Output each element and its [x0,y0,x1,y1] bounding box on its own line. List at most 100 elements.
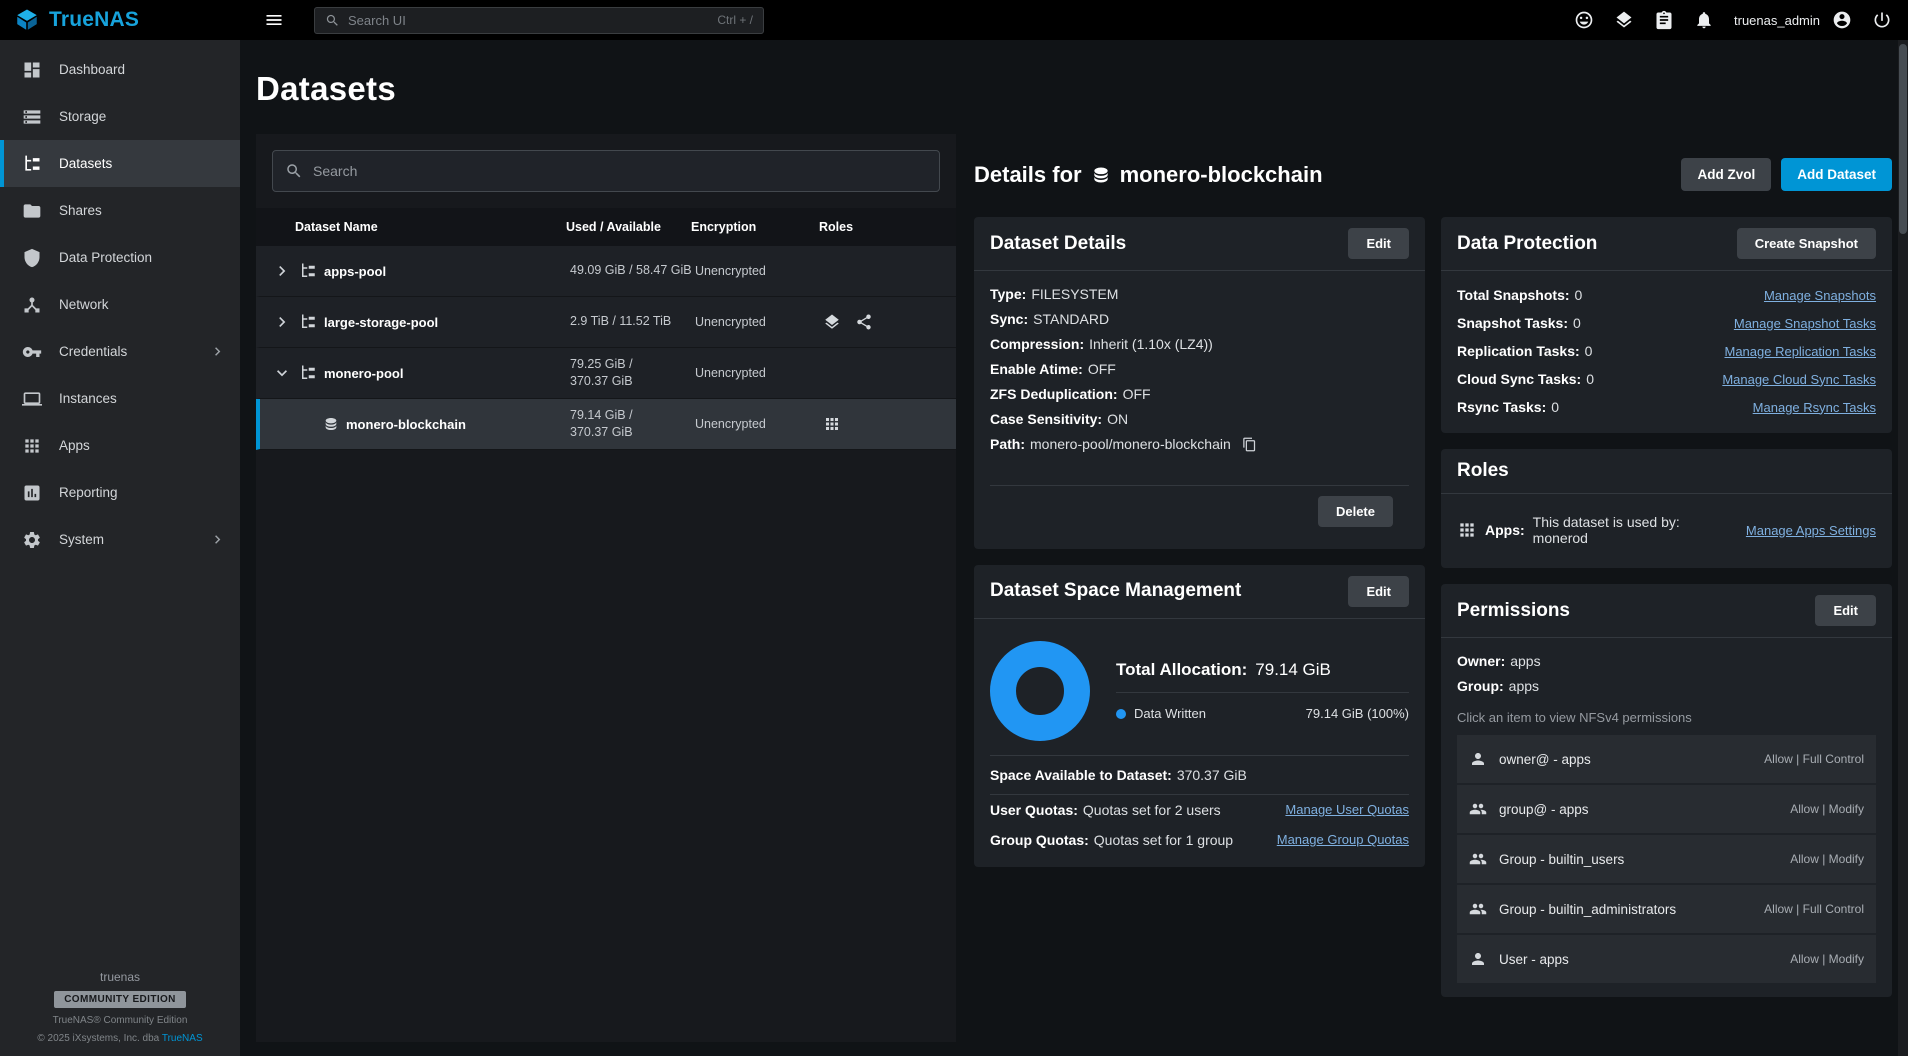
table-header: Dataset Name Used / Available Encryption… [256,208,956,246]
card-title: Roles [1457,460,1509,482]
table-row-large-storage-pool[interactable]: large-storage-pool 2.9 TiB / 11.52 TiB U… [256,297,956,348]
manage-group-quotas-link[interactable]: Manage Group Quotas [1277,832,1409,847]
delete-dataset-button[interactable]: Delete [1318,496,1393,527]
dataset-details-edit-button[interactable]: Edit [1348,228,1409,259]
chevron-right-icon[interactable] [272,261,292,281]
chevron-right-icon[interactable] [272,312,292,332]
sidebar-item-label: Network [59,297,109,312]
encryption-status: Unencrypted [695,366,823,380]
permissions-edit-button[interactable]: Edit [1815,595,1876,626]
column-dataset-name: Dataset Name [256,220,566,234]
dataset-tree-icon [299,262,317,280]
manage-snapshot-tasks-link[interactable]: Manage Snapshot Tasks [1734,316,1876,331]
layers-icon[interactable] [1614,10,1634,30]
permission-entry-user-apps[interactable]: User - apps Allow | Modify [1457,935,1876,983]
feedback-icon[interactable] [1574,10,1594,30]
manage-rsync-tasks-link[interactable]: Manage Rsync Tasks [1753,400,1876,415]
selected-dataset-name: monero-blockchain [1120,162,1323,188]
details-title-prefix: Details for [974,162,1082,188]
main-content: Datasets Dataset Name Used / Available E… [240,40,1908,1056]
add-zvol-button[interactable]: Add Zvol [1681,158,1771,191]
snapshot-tasks-row: Snapshot Tasks:0 Manage Snapshot Tasks [1457,309,1876,337]
permission-entry-group[interactable]: group@ - apps Allow | Modify [1457,785,1876,833]
dataset-db-icon [1091,165,1111,185]
scrollbar-thumb[interactable] [1899,44,1907,234]
search-shortcut-hint: Ctrl + / [717,13,753,27]
sidebar-toggle-button[interactable] [260,6,288,34]
account-icon[interactable] [1832,10,1852,30]
sidebar-item-shares[interactable]: Shares [0,187,240,234]
storage-icon [22,107,42,127]
field-path: Path:monero-pool/monero-blockchain [990,431,1409,457]
hamburger-icon [264,10,284,30]
dataset-name: large-storage-pool [324,315,438,330]
apps-grid-icon [22,436,42,456]
details-panel: Details for monero-blockchain Add Zvol A… [974,134,1892,1042]
encryption-status: Unencrypted [695,417,823,431]
cloud-sync-tasks-row: Cloud Sync Tasks:0 Manage Cloud Sync Tas… [1457,365,1876,393]
power-icon[interactable] [1872,10,1892,30]
column-roles: Roles [819,220,956,234]
alerts-bell-icon[interactable] [1694,10,1714,30]
copyright-line: © 2025 iXsystems, Inc. dba TrueNAS [37,1033,202,1044]
sidebar-item-data-protection[interactable]: Data Protection [0,234,240,281]
dataset-tree-icon [299,313,317,331]
roles-cell [823,313,956,331]
used-available: 79.14 GiB / [570,407,695,425]
page-scrollbar[interactable] [1898,40,1908,1056]
manage-snapshots-link[interactable]: Manage Snapshots [1764,288,1876,303]
field-dedup: ZFS Deduplication:OFF [990,381,1409,406]
manage-user-quotas-link[interactable]: Manage User Quotas [1285,802,1409,817]
sidebar-item-dashboard[interactable]: Dashboard [0,46,240,93]
computer-icon [22,389,42,409]
permission-entry-builtin-users[interactable]: Group - builtin_users Allow | Modify [1457,835,1876,883]
sidebar-item-network[interactable]: Network [0,281,240,328]
topbar: TrueNAS Ctrl + / truenas_admin [0,0,1908,40]
sidebar-item-system[interactable]: System [0,516,240,563]
sidebar-item-apps[interactable]: Apps [0,422,240,469]
table-row-apps-pool[interactable]: apps-pool 49.09 GiB / 58.47 GiB Unencryp… [256,246,956,297]
table-row-monero-pool[interactable]: monero-pool 79.25 GiB / 370.37 GiB Unenc… [256,348,956,399]
space-edit-button[interactable]: Edit [1348,576,1409,607]
global-search[interactable]: Ctrl + / [314,7,764,34]
bar-chart-icon [22,483,42,503]
permission-entry-builtin-administrators[interactable]: Group - builtin_administrators Allow | F… [1457,885,1876,933]
sidebar-item-label: Instances [59,391,117,406]
add-dataset-button[interactable]: Add Dataset [1781,158,1892,191]
jobs-icon[interactable] [1654,10,1674,30]
sidebar-item-credentials[interactable]: Credentials [0,328,240,375]
datasets-tree-icon [22,154,42,174]
dataset-search-input[interactable] [313,163,927,179]
dataset-search[interactable] [272,150,940,192]
sidebar-item-reporting[interactable]: Reporting [0,469,240,516]
manage-cloud-sync-tasks-link[interactable]: Manage Cloud Sync Tasks [1722,372,1876,387]
field-sync: Sync:STANDARD [990,306,1409,331]
chevron-down-icon[interactable] [272,363,292,383]
truenas-link[interactable]: TrueNAS [162,1033,203,1044]
manage-replication-tasks-link[interactable]: Manage Replication Tasks [1724,344,1876,359]
roles-card: Roles Apps: This dataset is used by: mon… [1441,449,1892,568]
manage-apps-settings-link[interactable]: Manage Apps Settings [1746,523,1876,538]
field-compression: Compression:Inherit (1.10x (LZ4)) [990,331,1409,356]
sidebar-item-storage[interactable]: Storage [0,93,240,140]
sidebar-item-datasets[interactable]: Datasets [0,140,240,187]
key-icon [22,342,42,362]
table-row-monero-blockchain[interactable]: monero-blockchain 79.14 GiB / 370.37 GiB… [256,399,956,450]
global-search-input[interactable] [348,13,709,28]
sidebar-item-label: Credentials [59,344,127,359]
sidebar-item-label: Reporting [59,485,118,500]
sidebar-item-label: Data Protection [59,250,152,265]
space-management-card: Dataset Space Management Edit Total Allo… [974,565,1425,867]
encryption-status: Unencrypted [695,315,823,329]
sidebar-item-instances[interactable]: Instances [0,375,240,422]
dataset-name: apps-pool [324,264,386,279]
copy-path-icon[interactable] [1242,437,1257,452]
roles-cell [823,415,956,433]
create-snapshot-button[interactable]: Create Snapshot [1737,228,1876,259]
sidebar-footer: truenas COMMUNITY EDITION TrueNAS® Commu… [0,970,240,1056]
brand[interactable]: TrueNAS [0,7,240,33]
permission-entry-owner[interactable]: owner@ - apps Allow | Full Control [1457,735,1876,783]
sidebar-item-label: Shares [59,203,102,218]
details-header: Details for monero-blockchain Add Zvol A… [974,158,1892,191]
apps-grid-icon [1457,520,1477,540]
